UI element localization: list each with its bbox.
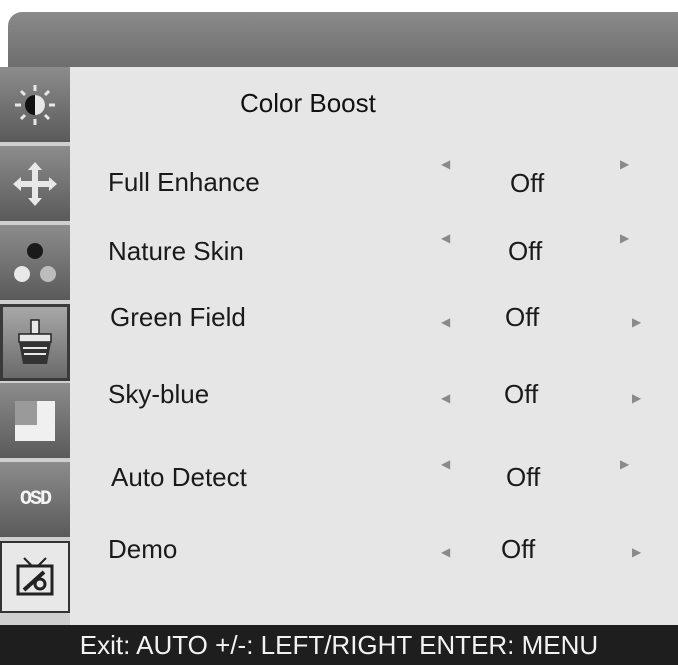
arrow-right-icon[interactable]: ▶: [632, 545, 641, 559]
help-bar: Exit: AUTO +/-: LEFT/RIGHT ENTER: MENU: [0, 625, 678, 665]
row-label: Full Enhance: [108, 167, 260, 197]
setup-tools-icon: [16, 557, 54, 596]
row-label: Green Field: [110, 302, 246, 332]
arrow-right-icon[interactable]: ▶: [632, 391, 641, 405]
picture-boost-icon: [15, 400, 55, 441]
tab-picture-boost[interactable]: [0, 383, 70, 460]
arrow-left-icon[interactable]: ◀: [441, 231, 450, 245]
menu-title: Color Boost: [240, 88, 376, 118]
sidebar: OSD: [0, 67, 70, 625]
arrow-left-icon[interactable]: ◀: [441, 545, 450, 559]
arrow-right-icon[interactable]: ▶: [632, 315, 641, 329]
brightness-icon: [15, 84, 55, 125]
row-label: Demo: [108, 534, 178, 564]
row-value: Off: [504, 379, 539, 409]
osd-settings-icon: OSD: [19, 488, 52, 511]
row-label: Nature Skin: [108, 236, 244, 266]
row-value: Off: [508, 236, 543, 266]
row-value: Off: [506, 462, 541, 492]
arrow-right-icon[interactable]: ▶: [620, 457, 629, 471]
title-bar: [8, 12, 678, 67]
tab-osd-settings[interactable]: OSD: [0, 462, 70, 539]
row-value: Off: [505, 302, 540, 332]
tab-setup[interactable]: [0, 541, 70, 613]
arrow-right-icon[interactable]: ▶: [620, 231, 629, 245]
row-value: Off: [501, 534, 536, 564]
position-icon: [13, 161, 57, 206]
tab-color[interactable]: [0, 225, 70, 302]
color-boost-brush-icon: [18, 318, 52, 364]
row-label: Sky-blue: [108, 379, 210, 409]
arrow-left-icon[interactable]: ◀: [441, 315, 450, 329]
arrow-left-icon[interactable]: ◀: [441, 391, 450, 405]
arrow-left-icon[interactable]: ◀: [441, 457, 450, 471]
row-value: Off: [510, 168, 545, 198]
osd-menu: OSD Color Boost Full Enhance ◀ Off ▶ Nat…: [0, 0, 678, 665]
tab-position[interactable]: [0, 146, 70, 223]
color-dots-icon: [14, 242, 56, 282]
row-label: Auto Detect: [111, 462, 247, 492]
arrow-left-icon[interactable]: ◀: [441, 157, 450, 171]
tab-brightness[interactable]: [0, 67, 70, 144]
arrow-right-icon[interactable]: ▶: [620, 157, 629, 171]
tab-color-boost[interactable]: [0, 304, 70, 381]
